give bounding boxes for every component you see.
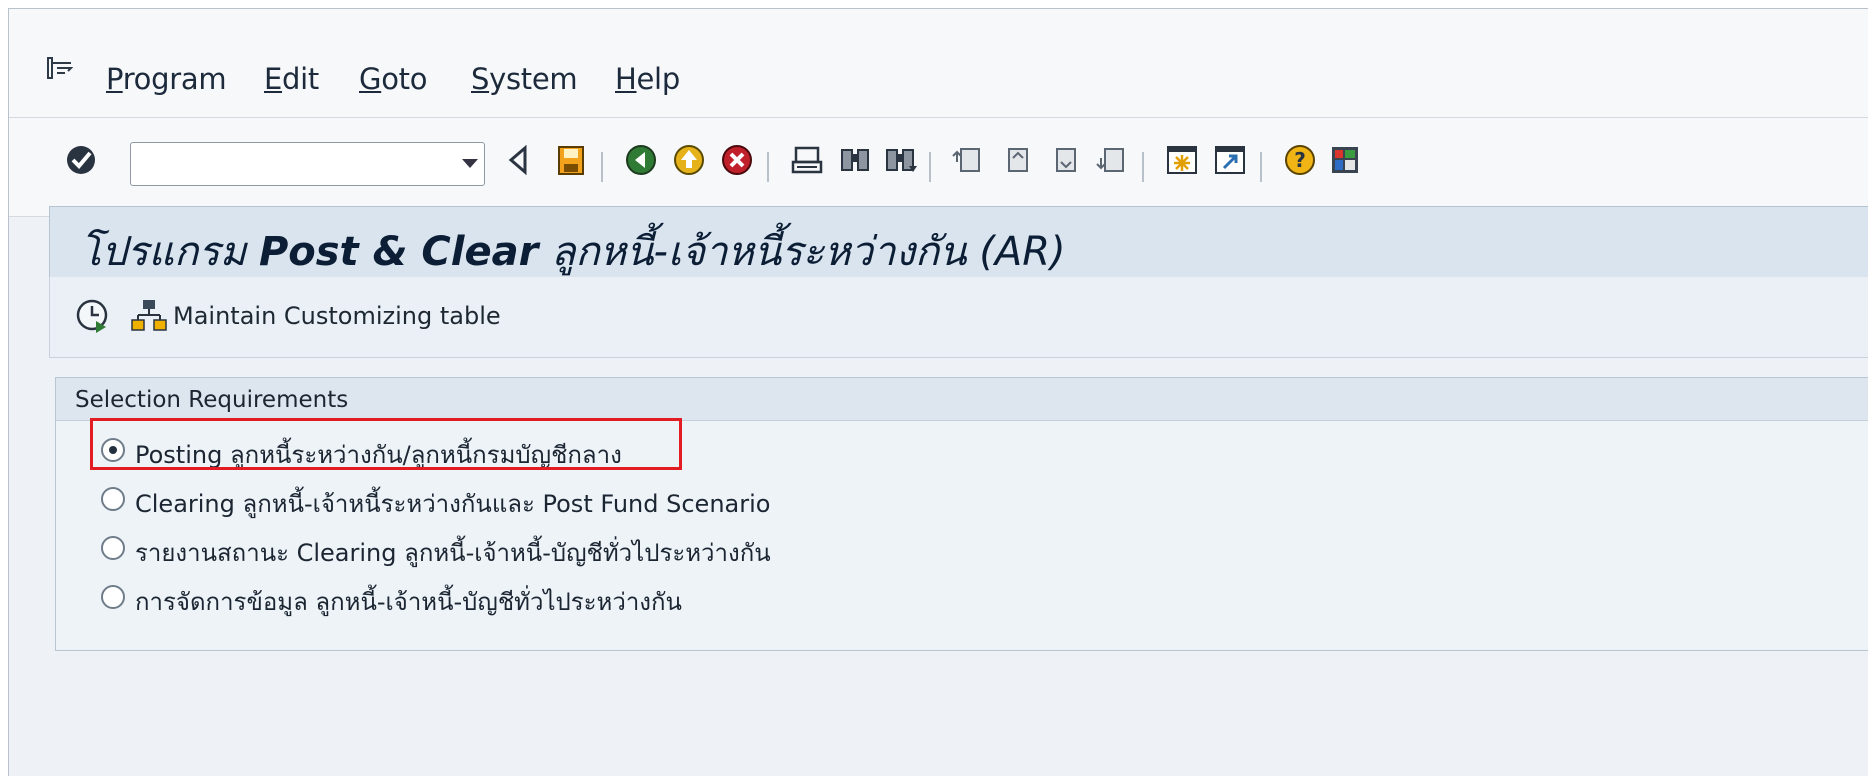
toolbar-separator	[1260, 152, 1262, 182]
chevron-down-icon[interactable]	[462, 159, 478, 168]
option-label: Clearing ลูกหนี้-เจ้าหนี้ระหว่างกันและ P…	[135, 490, 771, 518]
menu-program[interactable]: Program	[106, 62, 227, 96]
find-next-icon[interactable]	[881, 140, 921, 180]
toolbar-separator	[929, 152, 931, 182]
menu-goto[interactable]: Goto	[359, 62, 427, 96]
toolbar-separator	[1142, 152, 1144, 182]
cancel-icon[interactable]	[717, 140, 757, 180]
group-title: Selection Requirements	[75, 387, 349, 413]
enter-icon[interactable]	[61, 140, 101, 180]
standard-toolbar: ?	[9, 118, 1868, 217]
menu-system[interactable]: System	[471, 62, 578, 96]
option-label: การจัดการข้อมูล ลูกหนี้-เจ้าหนี้-บัญชีทั…	[135, 588, 682, 616]
first-page-icon[interactable]	[949, 140, 989, 180]
back-icon[interactable]	[621, 140, 661, 180]
application-toolbar: Maintain Customizing table	[49, 277, 1868, 358]
radio-button-clearing[interactable]	[101, 487, 125, 511]
command-input[interactable]	[131, 143, 441, 185]
group-header: Selection Requirements	[56, 378, 1868, 421]
next-page-icon[interactable]	[1045, 140, 1085, 180]
toolbar-separator	[767, 152, 769, 182]
customize-layout-icon[interactable]	[1325, 140, 1365, 180]
svg-text:?: ?	[1294, 148, 1306, 172]
help-icon[interactable]: ?	[1280, 140, 1320, 180]
radio-button-data-management[interactable]	[101, 585, 125, 609]
menu-help[interactable]: Help	[615, 62, 680, 96]
hierarchy-icon[interactable]	[130, 297, 168, 335]
find-icon[interactable]	[835, 140, 875, 180]
last-page-icon[interactable]	[1093, 140, 1133, 180]
save-icon[interactable]	[551, 140, 591, 180]
command-field[interactable]	[130, 142, 485, 186]
menu-bar: Program Edit Goto System Help	[9, 9, 1868, 118]
menu-edit[interactable]: Edit	[264, 62, 319, 96]
sap-window: Program Edit Goto System Help ? โปรแกรม …	[8, 8, 1868, 776]
previous-page-icon[interactable]	[997, 140, 1037, 180]
screen-title-bar: โปรแกรม Post & Clear ลูกหนี้-เจ้าหนี้ระห…	[49, 206, 1868, 278]
page-title: โปรแกรม Post & Clear ลูกหนี้-เจ้าหนี้ระห…	[80, 229, 1066, 275]
execute-clock-icon[interactable]	[74, 297, 112, 335]
maintain-customizing-table-button[interactable]: Maintain Customizing table	[173, 302, 501, 330]
print-icon[interactable]	[787, 140, 827, 180]
radio-button-status-report[interactable]	[101, 536, 125, 560]
highlight-annotation-box	[90, 418, 682, 470]
back-arrow-icon[interactable]	[499, 140, 539, 180]
selection-requirements-group: Selection Requirements Posting ลูกหนี้ระ…	[55, 377, 1868, 651]
option-label: รายงานสถานะ Clearing ลูกหนี้-เจ้าหนี้-บั…	[135, 539, 771, 567]
system-menu-icon[interactable]	[47, 57, 73, 79]
toolbar-separator	[601, 152, 603, 182]
create-session-icon[interactable]	[1162, 140, 1202, 180]
shortcut-icon[interactable]	[1210, 140, 1250, 180]
exit-icon[interactable]	[669, 140, 709, 180]
